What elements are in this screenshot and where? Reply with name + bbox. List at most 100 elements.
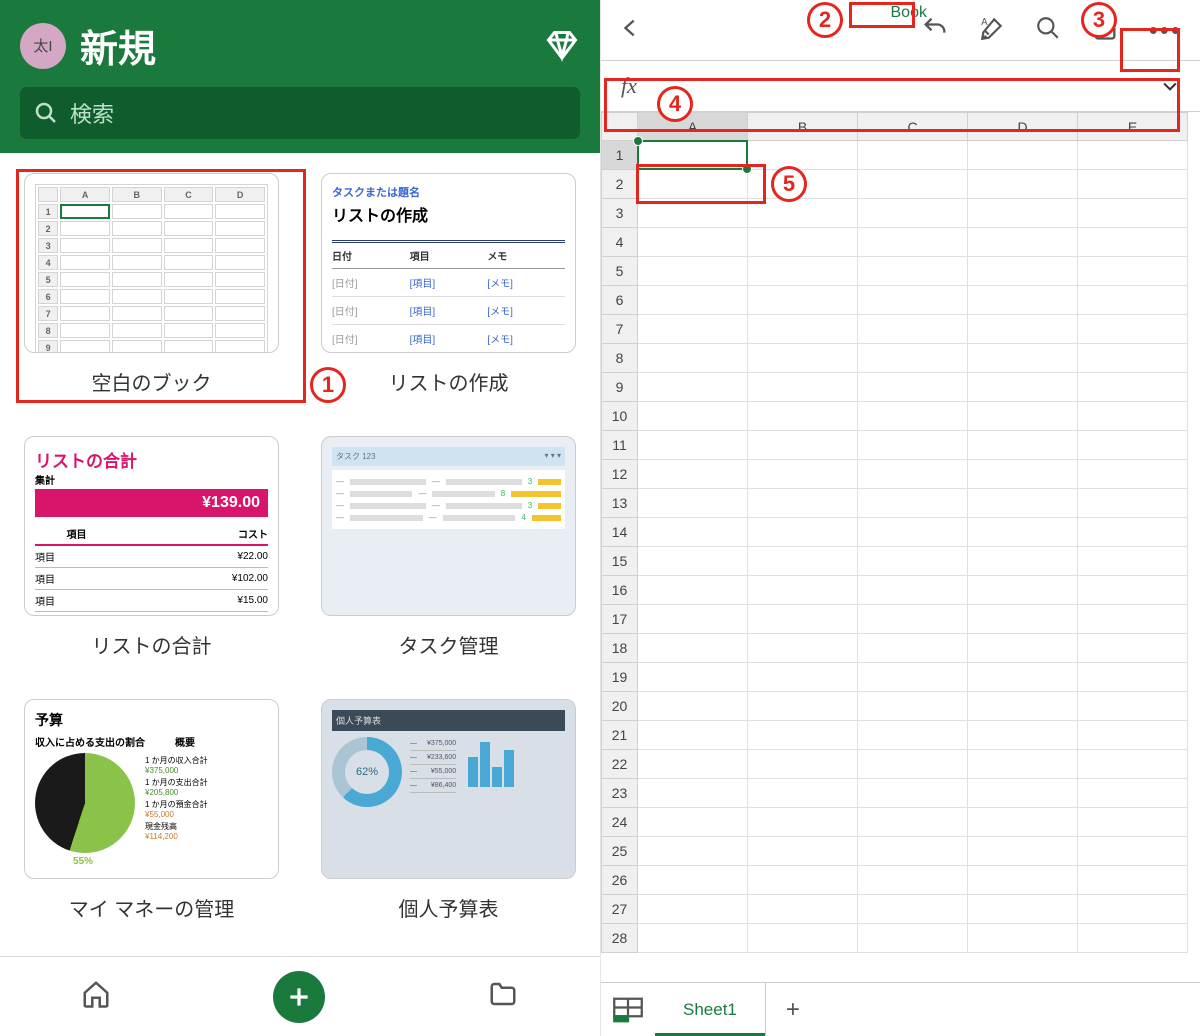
- cell-B2[interactable]: [748, 170, 858, 199]
- cell-A7[interactable]: [638, 315, 748, 344]
- cell-B27[interactable]: [748, 895, 858, 924]
- row-header-17[interactable]: 17: [602, 605, 638, 634]
- cell-C9[interactable]: [858, 373, 968, 402]
- template-task-management[interactable]: タスク 123▾ ▾ ▾ ——3 ——8 ——3 ——4 タスク管理: [315, 436, 582, 659]
- cell-C2[interactable]: [858, 170, 968, 199]
- row-header-24[interactable]: 24: [602, 808, 638, 837]
- cell-C7[interactable]: [858, 315, 968, 344]
- cell-E14[interactable]: [1078, 518, 1188, 547]
- cell-B28[interactable]: [748, 924, 858, 953]
- cell-E16[interactable]: [1078, 576, 1188, 605]
- cell-B21[interactable]: [748, 721, 858, 750]
- cell-E11[interactable]: [1078, 431, 1188, 460]
- template-personal-budget[interactable]: 個人予算表 62% —¥375,000 —¥233,600 —¥55,000 —…: [315, 699, 582, 922]
- row-header-16[interactable]: 16: [602, 576, 638, 605]
- cell-E7[interactable]: [1078, 315, 1188, 344]
- cell-C25[interactable]: [858, 837, 968, 866]
- cell-A11[interactable]: [638, 431, 748, 460]
- cell-E8[interactable]: [1078, 344, 1188, 373]
- chevron-down-icon[interactable]: [1160, 76, 1180, 96]
- column-header-D[interactable]: D: [968, 113, 1078, 141]
- cell-B23[interactable]: [748, 779, 858, 808]
- row-header-10[interactable]: 10: [602, 402, 638, 431]
- cell-D6[interactable]: [968, 286, 1078, 315]
- cell-D17[interactable]: [968, 605, 1078, 634]
- new-button[interactable]: [273, 971, 325, 1023]
- row-header-28[interactable]: 28: [602, 924, 638, 953]
- row-header-26[interactable]: 26: [602, 866, 638, 895]
- cell-A14[interactable]: [638, 518, 748, 547]
- row-header-27[interactable]: 27: [602, 895, 638, 924]
- cell-D5[interactable]: [968, 257, 1078, 286]
- cell-E2[interactable]: [1078, 170, 1188, 199]
- cell-C16[interactable]: [858, 576, 968, 605]
- cell-A24[interactable]: [638, 808, 748, 837]
- row-header-9[interactable]: 9: [602, 373, 638, 402]
- cell-C15[interactable]: [858, 547, 968, 576]
- cell-E25[interactable]: [1078, 837, 1188, 866]
- row-header-15[interactable]: 15: [602, 547, 638, 576]
- cell-B7[interactable]: [748, 315, 858, 344]
- cell-C28[interactable]: [858, 924, 968, 953]
- cell-B14[interactable]: [748, 518, 858, 547]
- cell-B13[interactable]: [748, 489, 858, 518]
- row-header-5[interactable]: 5: [602, 257, 638, 286]
- cell-C3[interactable]: [858, 199, 968, 228]
- cell-E28[interactable]: [1078, 924, 1188, 953]
- column-header-A[interactable]: A: [638, 113, 748, 141]
- cell-B15[interactable]: [748, 547, 858, 576]
- cell-E15[interactable]: [1078, 547, 1188, 576]
- home-icon[interactable]: [81, 979, 111, 1014]
- spreadsheet-grid[interactable]: ABCDE 1234567891011121314151617181920212…: [601, 112, 1188, 953]
- cell-D27[interactable]: [968, 895, 1078, 924]
- cell-B3[interactable]: [748, 199, 858, 228]
- cell-D9[interactable]: [968, 373, 1078, 402]
- cell-C13[interactable]: [858, 489, 968, 518]
- cell-D14[interactable]: [968, 518, 1078, 547]
- cell-D2[interactable]: [968, 170, 1078, 199]
- cell-C26[interactable]: [858, 866, 968, 895]
- column-header-C[interactable]: C: [858, 113, 968, 141]
- cell-A18[interactable]: [638, 634, 748, 663]
- cell-C18[interactable]: [858, 634, 968, 663]
- cell-E21[interactable]: [1078, 721, 1188, 750]
- cell-D16[interactable]: [968, 576, 1078, 605]
- template-blank-workbook[interactable]: ABCD 1 2 3 4 5 6 7 8 9 10 空白のブック: [18, 173, 285, 396]
- user-avatar[interactable]: 太I: [20, 23, 66, 69]
- cell-C23[interactable]: [858, 779, 968, 808]
- cell-A1[interactable]: [638, 141, 748, 170]
- cell-A2[interactable]: [638, 170, 748, 199]
- cell-B16[interactable]: [748, 576, 858, 605]
- cell-E4[interactable]: [1078, 228, 1188, 257]
- cell-C12[interactable]: [858, 460, 968, 489]
- cell-B6[interactable]: [748, 286, 858, 315]
- folder-icon[interactable]: [487, 979, 519, 1014]
- cell-A22[interactable]: [638, 750, 748, 779]
- cell-E17[interactable]: [1078, 605, 1188, 634]
- cell-B10[interactable]: [748, 402, 858, 431]
- row-header-23[interactable]: 23: [602, 779, 638, 808]
- cell-D3[interactable]: [968, 199, 1078, 228]
- cell-A5[interactable]: [638, 257, 748, 286]
- row-header-25[interactable]: 25: [602, 837, 638, 866]
- cell-A12[interactable]: [638, 460, 748, 489]
- cell-B11[interactable]: [748, 431, 858, 460]
- formula-input[interactable]: [657, 61, 1140, 111]
- cell-D11[interactable]: [968, 431, 1078, 460]
- cell-A13[interactable]: [638, 489, 748, 518]
- cell-A26[interactable]: [638, 866, 748, 895]
- cell-A20[interactable]: [638, 692, 748, 721]
- cell-C21[interactable]: [858, 721, 968, 750]
- cell-B24[interactable]: [748, 808, 858, 837]
- row-header-8[interactable]: 8: [602, 344, 638, 373]
- row-header-13[interactable]: 13: [602, 489, 638, 518]
- cell-A9[interactable]: [638, 373, 748, 402]
- template-list-total[interactable]: リストの合計 集計 ¥139.00 項目コスト 項目¥22.00 項目¥102.…: [18, 436, 285, 659]
- cell-D15[interactable]: [968, 547, 1078, 576]
- cell-B26[interactable]: [748, 866, 858, 895]
- row-header-22[interactable]: 22: [602, 750, 638, 779]
- column-header-B[interactable]: B: [748, 113, 858, 141]
- cell-D4[interactable]: [968, 228, 1078, 257]
- cell-D8[interactable]: [968, 344, 1078, 373]
- cell-D24[interactable]: [968, 808, 1078, 837]
